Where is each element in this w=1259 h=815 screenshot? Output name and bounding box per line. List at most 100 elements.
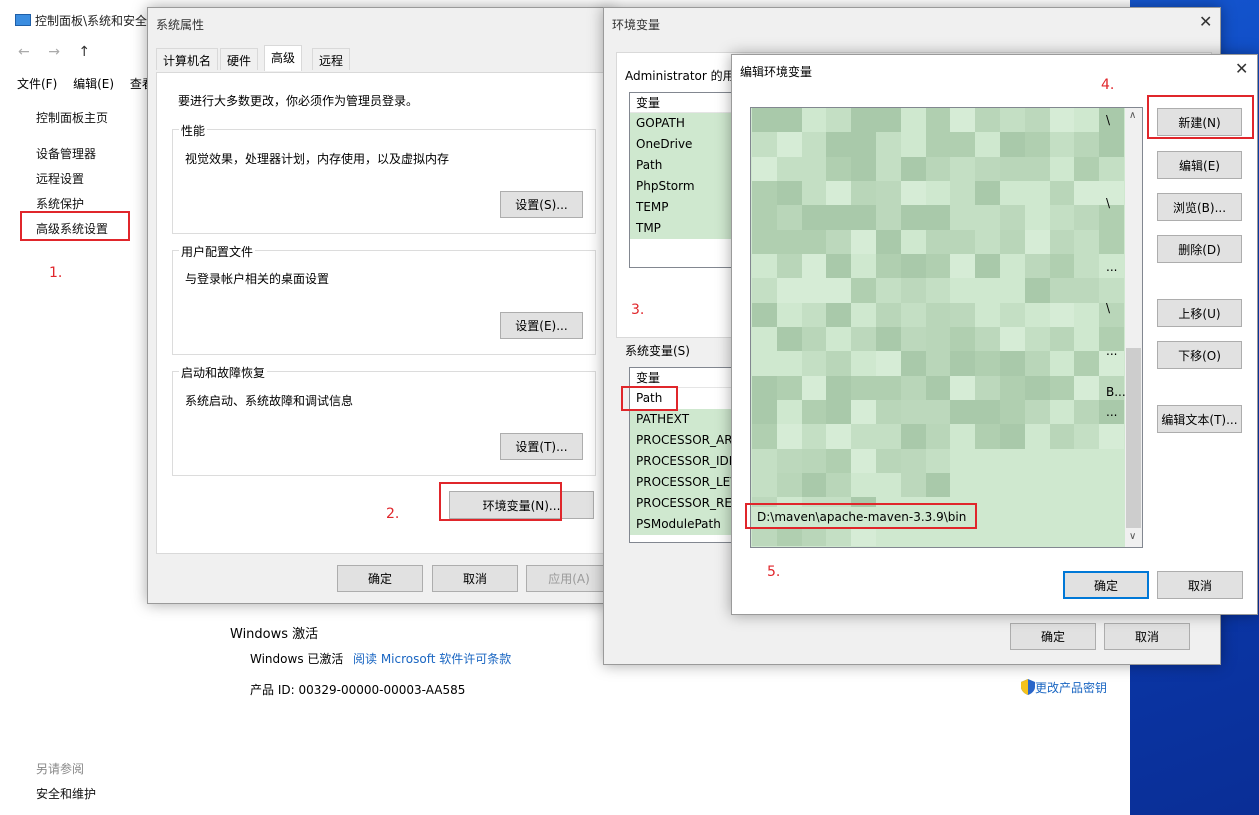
blurred-cell — [925, 448, 951, 473]
see-also-link[interactable]: 安全和维护 — [36, 785, 96, 802]
list-item[interactable]: PROCESSOR_LEVEL — [630, 472, 738, 493]
dialog-title: 编辑环境变量 — [740, 65, 813, 79]
ok-button[interactable]: 确定 — [337, 565, 423, 592]
apply-button[interactable]: 应用(A) — [526, 565, 612, 592]
blurred-cell — [999, 254, 1025, 279]
user-profile-group: 用户配置文件 与登录帐户相关的桌面设置 设置(E)... — [172, 243, 596, 355]
tab-hardware[interactable]: 硬件 — [220, 48, 259, 70]
scrollbar[interactable]: ∧ ∨ — [1125, 108, 1142, 547]
blurred-cell — [1099, 473, 1124, 498]
move-up-button[interactable]: 上移(U) — [1157, 299, 1242, 327]
user-vars-list: 变量 GOPATH OneDrive Path PhpStorm TEMP TM… — [629, 92, 739, 268]
cancel-button[interactable]: 取消 — [432, 565, 518, 592]
scroll-thumb[interactable] — [1126, 348, 1141, 528]
blurred-cell — [1024, 254, 1050, 279]
blurred-cell — [950, 302, 976, 327]
list-item[interactable]: PROCESSOR_IDENTIFIER — [630, 451, 738, 472]
blurred-cell — [1049, 108, 1075, 133]
blurred-cell — [851, 302, 876, 327]
blurred-cell — [752, 375, 777, 400]
blurred-cell — [925, 375, 951, 400]
path-snippet: ... — [1106, 405, 1118, 419]
blurred-cell — [752, 351, 777, 376]
column-header-variable[interactable]: 变量 — [630, 368, 738, 388]
move-down-button[interactable]: 下移(O) — [1157, 341, 1242, 369]
cancel-button[interactable]: 取消 — [1104, 623, 1190, 650]
ok-button[interactable]: 确定 — [1010, 623, 1096, 650]
user-profile-settings-button[interactable]: 设置(E)... — [500, 312, 583, 339]
menu-file[interactable]: 文件(F) — [17, 77, 57, 91]
blurred-cell — [1099, 181, 1124, 206]
up-arrow-icon[interactable]: ↑ — [78, 44, 90, 60]
blurred-cell — [925, 132, 951, 157]
delete-button[interactable]: 删除(D) — [1157, 235, 1242, 263]
blurred-cell — [875, 132, 901, 157]
column-header-variable[interactable]: 变量 — [630, 93, 738, 113]
blurred-cell — [1074, 156, 1100, 181]
performance-settings-button[interactable]: 设置(S)... — [500, 191, 583, 218]
sidebar-item-device-manager[interactable]: 设备管理器 — [36, 145, 96, 162]
blurred-cell — [752, 424, 777, 449]
blurred-cell — [999, 181, 1025, 206]
tab-remote[interactable]: 远程 — [312, 48, 351, 70]
startup-settings-button[interactable]: 设置(T)... — [500, 433, 583, 460]
menu-edit[interactable]: 编辑(E) — [73, 77, 114, 91]
scroll-down-icon[interactable]: ∨ — [1129, 531, 1136, 542]
blurred-cell — [975, 302, 1000, 327]
blurred-cell — [999, 351, 1025, 376]
list-item[interactable]: PROCESSOR_ARCHITECTURE — [630, 430, 738, 451]
blurred-cell — [1074, 424, 1100, 449]
list-item[interactable]: PSModulePath — [630, 514, 738, 535]
license-terms-link[interactable]: 阅读 Microsoft 软件许可条款 — [353, 650, 511, 667]
cancel-button[interactable]: 取消 — [1157, 571, 1243, 599]
edit-button[interactable]: 编辑(E) — [1157, 151, 1242, 179]
tab-advanced[interactable]: 高级 — [264, 45, 303, 71]
scroll-up-icon[interactable]: ∧ — [1129, 110, 1136, 121]
list-item[interactable]: Path — [630, 155, 738, 176]
annotation-box-4 — [1147, 95, 1254, 139]
sidebar-home-link[interactable]: 控制面板主页 — [36, 109, 108, 126]
close-icon[interactable]: ✕ — [1235, 59, 1248, 78]
list-item[interactable]: TEMP — [630, 197, 738, 218]
blurred-cell — [752, 327, 777, 352]
annotation-label-1: 1. — [49, 265, 63, 281]
blurred-cell — [752, 254, 777, 279]
blurred-cell — [1049, 254, 1075, 279]
sidebar-item-remote[interactable]: 远程设置 — [36, 170, 84, 187]
close-icon[interactable]: ✕ — [1199, 12, 1212, 31]
blurred-cell — [875, 424, 901, 449]
list-item[interactable]: PROCESSOR_REVISION — [630, 493, 738, 514]
blurred-cell — [900, 351, 926, 376]
control-panel-title: 控制面板\系统和安全 — [15, 12, 147, 29]
shield-icon — [1021, 679, 1035, 695]
tab-computer-name[interactable]: 计算机名 — [156, 48, 219, 70]
sidebar-item-protection[interactable]: 系统保护 — [36, 195, 84, 212]
change-key-link[interactable]: 更改产品密钥 — [1021, 679, 1107, 696]
blurred-cell — [851, 156, 876, 181]
blurred-cell — [975, 108, 1000, 133]
annotation-box-5 — [745, 503, 977, 529]
forward-arrow-icon[interactable]: → — [48, 44, 60, 60]
blurred-cell — [975, 254, 1000, 279]
blurred-cell — [1049, 351, 1075, 376]
back-arrow-icon[interactable]: ← — [18, 44, 30, 60]
blurred-cell — [950, 205, 976, 230]
list-item[interactable]: OneDrive — [630, 134, 738, 155]
blurred-cell — [900, 254, 926, 279]
blurred-cell — [1099, 278, 1124, 303]
list-item[interactable]: PhpStorm — [630, 176, 738, 197]
blurred-cell — [1099, 108, 1124, 133]
blurred-cell — [1049, 473, 1075, 498]
blurred-cell — [975, 473, 1000, 498]
ok-button[interactable]: 确定 — [1063, 571, 1149, 599]
list-item[interactable]: GOPATH — [630, 113, 738, 134]
blurred-cell — [851, 254, 876, 279]
blurred-cell — [752, 205, 777, 230]
list-item[interactable]: TMP — [630, 218, 738, 239]
blurred-cell — [1099, 132, 1124, 157]
path-snippet: \ — [1106, 301, 1111, 315]
blurred-cell — [950, 254, 976, 279]
list-item[interactable]: PATHEXT — [630, 409, 738, 430]
browse-button[interactable]: 浏览(B)... — [1157, 193, 1242, 221]
edit-text-button[interactable]: 编辑文本(T)... — [1157, 405, 1242, 433]
